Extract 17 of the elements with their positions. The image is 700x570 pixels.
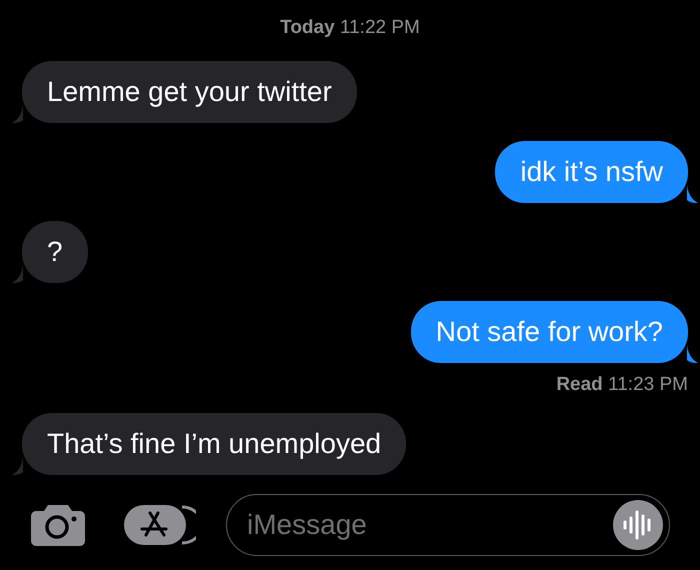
message-bubble: That’s fine I’m unemployed [22, 413, 406, 475]
bubble-tail [12, 104, 23, 122]
bubble-tail [12, 264, 23, 282]
timestamp: Today 11:22 PM [280, 16, 420, 40]
message-bar[interactable]: iMessage [226, 494, 670, 556]
message-field[interactable]: iMessage [247, 504, 613, 546]
camera-icon[interactable] [30, 503, 86, 547]
message-bubble: idk it’s nsfw [495, 140, 688, 202]
bubble-tail [12, 457, 23, 475]
app-store-button[interactable] [124, 503, 196, 547]
voice-icon[interactable] [613, 500, 663, 550]
bubble-tail [687, 184, 698, 202]
read-receipt: Read 11:23 PM [556, 372, 688, 396]
message-bubble: ? [22, 220, 88, 282]
message-bubble: Lemme get your twitter [22, 60, 357, 122]
message-bubble: Not safe for work? [410, 300, 688, 362]
bubble-tail [687, 344, 698, 362]
